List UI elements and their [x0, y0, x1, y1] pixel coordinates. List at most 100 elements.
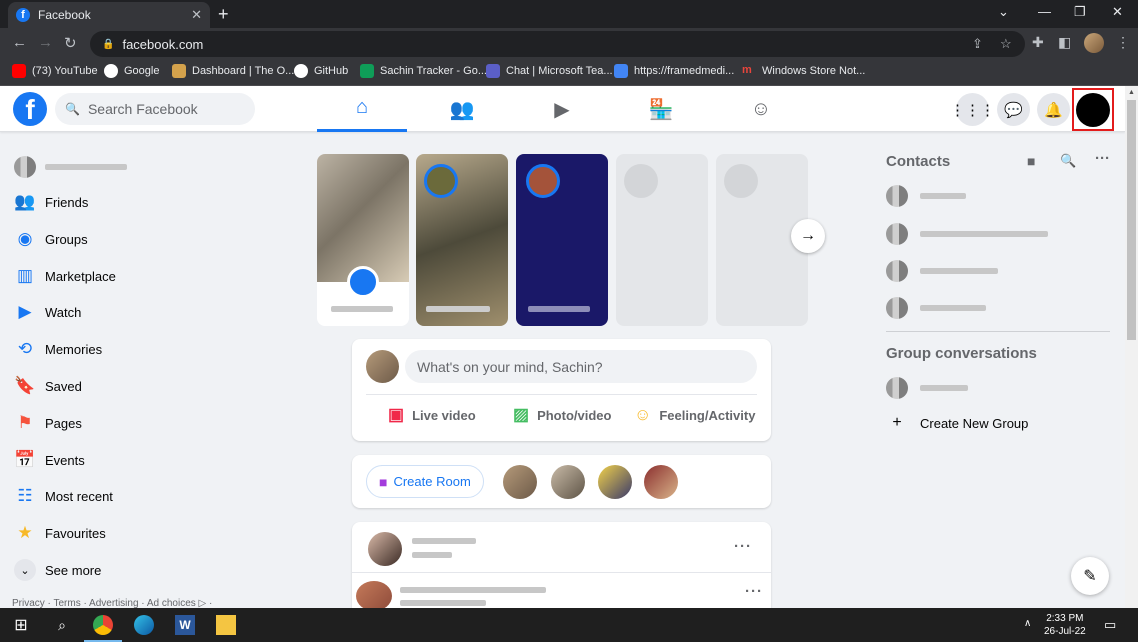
chrome-icon[interactable]	[93, 615, 113, 635]
bookmark-windows-store[interactable]: m Windows Store Not...	[742, 64, 865, 78]
scroll-up-icon[interactable]: ▲	[1128, 89, 1135, 96]
share-icon[interactable]: ⇪	[972, 36, 983, 52]
search-icon[interactable]: ⌕	[52, 615, 72, 635]
new-tab-button[interactable]: +	[218, 4, 229, 25]
edge-icon[interactable]	[134, 615, 154, 635]
tab-groups[interactable]: ☺	[716, 86, 806, 132]
sidebar-item-events[interactable]: 📅 Events	[14, 445, 84, 475]
contacts-options-icon[interactable]: ···	[1095, 150, 1110, 167]
search-input[interactable]	[87, 101, 238, 117]
sidebar-item-pages[interactable]: ⚑ Pages	[14, 408, 82, 438]
shared-post-avatar[interactable]	[356, 581, 392, 611]
search-contacts-icon[interactable]: 🔍	[1060, 153, 1076, 169]
sidebar-item-see-more[interactable]: ⌄ See more	[14, 555, 101, 585]
search-box[interactable]: 🔍	[55, 93, 255, 125]
chrome-profile-avatar[interactable]	[1084, 33, 1104, 53]
scrollbar-thumb[interactable]	[1127, 100, 1136, 340]
extensions-icon[interactable]: ✚	[1032, 34, 1044, 51]
browser-tab-facebook[interactable]: f Facebook ✕	[8, 2, 210, 28]
tab-home[interactable]: ⌂	[317, 86, 407, 132]
new-room-icon[interactable]: ■	[1027, 153, 1035, 169]
events-icon: 📅	[14, 450, 36, 469]
shared-post-title-redacted[interactable]	[400, 587, 546, 593]
word-icon[interactable]: W	[175, 615, 195, 635]
sidebar-item-watch[interactable]: ▶ Watch	[14, 297, 81, 327]
new-message-button[interactable]: ✎	[1071, 557, 1109, 595]
dashboard-icon	[172, 64, 186, 78]
back-button[interactable]: ←	[12, 34, 27, 51]
forward-button[interactable]: →	[38, 34, 53, 51]
stories-next-button[interactable]: →	[791, 219, 825, 253]
post-author-avatar[interactable]	[368, 532, 402, 566]
facebook-logo[interactable]: f	[13, 92, 47, 126]
story-card[interactable]	[516, 154, 608, 326]
system-clock[interactable]: 2:33 PM 26-Jul-22	[1044, 612, 1086, 638]
create-room-button[interactable]: ■ Create Room	[366, 465, 484, 498]
reload-button[interactable]: ↻	[64, 34, 77, 52]
maximize-button[interactable]: ❐	[1074, 4, 1086, 20]
file-explorer-icon[interactable]	[216, 615, 236, 635]
github-icon	[294, 64, 308, 78]
teams-icon	[486, 64, 500, 78]
sidebar-item-most-recent[interactable]: ☷ Most recent	[14, 481, 113, 511]
messenger-icon: 💬	[1004, 101, 1023, 119]
story-card[interactable]	[416, 154, 508, 326]
bookmark-youtube[interactable]: (73) YouTube	[12, 64, 98, 78]
bookmark-github[interactable]: GitHub	[294, 64, 348, 78]
contact-item[interactable]	[886, 221, 1048, 247]
add-story-icon[interactable]	[347, 266, 379, 298]
minimize-button[interactable]: —	[1038, 4, 1051, 19]
room-contact-avatar[interactable]	[644, 465, 678, 499]
tab-friends[interactable]: 👥	[417, 86, 507, 132]
messenger-button[interactable]: 💬	[997, 93, 1030, 126]
shared-post-options-icon[interactable]: ···	[745, 583, 763, 600]
bookmark-sachin-tracker[interactable]: Sachin Tracker - Go...	[360, 64, 487, 78]
group-conversation-item[interactable]	[886, 375, 968, 401]
story-card-create[interactable]	[317, 154, 409, 326]
sidebar-item-friends[interactable]: 👥 Friends	[14, 187, 88, 217]
bookmark-dashboard[interactable]: Dashboard | The O...	[172, 64, 294, 78]
user-avatar[interactable]	[366, 350, 399, 383]
room-contact-avatar[interactable]	[551, 465, 585, 499]
menu-button[interactable]: ⋮⋮⋮	[950, 93, 995, 126]
post-options-icon[interactable]: ···	[734, 538, 752, 555]
windows-start-icon[interactable]: ⊞	[11, 615, 31, 635]
contact-item[interactable]	[886, 258, 998, 284]
create-new-group-button[interactable]: + Create New Group	[886, 414, 1028, 432]
bookmark-framedmedia[interactable]: https://framedmedi...	[614, 64, 734, 78]
composer-input[interactable]: What's on your mind, Sachin?	[405, 350, 757, 383]
close-tab-icon[interactable]: ✕	[191, 7, 202, 23]
notification-center-icon[interactable]: ▭	[1104, 617, 1116, 633]
room-contact-avatar[interactable]	[503, 465, 537, 499]
sidebar-item-saved[interactable]: 🔖 Saved	[14, 371, 81, 401]
facebook-header: f 🔍 ⌂ 👥 ▶ 🏪 ☺ ⋮⋮⋮ 💬 🔔	[0, 86, 1125, 132]
chrome-menu-icon[interactable]: ⋮	[1116, 34, 1130, 51]
profile-link[interactable]	[14, 156, 127, 178]
bookmark-star-icon[interactable]: ☆	[1000, 36, 1012, 52]
contact-item[interactable]	[886, 183, 966, 209]
photo-icon: ▨	[513, 405, 530, 424]
bookmark-google[interactable]: Google	[104, 64, 159, 78]
sidebar-item-groups[interactable]: ◉ Groups	[14, 224, 88, 254]
photo-video-button[interactable]: ▨ Photo/video	[513, 405, 611, 425]
address-bar[interactable]: 🔒 facebook.com	[90, 31, 1025, 57]
tab-watch[interactable]: ▶	[517, 86, 607, 132]
tray-chevron-icon[interactable]: ∧	[1024, 618, 1031, 629]
live-video-button[interactable]: ▣ Live video	[388, 405, 476, 425]
account-button[interactable]	[1072, 88, 1114, 131]
sidebar-item-marketplace[interactable]: ▥ Marketplace	[14, 261, 116, 291]
tab-search-icon[interactable]: ⌄	[998, 4, 1009, 20]
contact-item[interactable]	[886, 295, 986, 321]
post-author-name-redacted[interactable]	[412, 538, 476, 544]
side-panel-icon[interactable]: ◧	[1058, 34, 1071, 51]
page-scrollbar[interactable]: ▲	[1125, 86, 1138, 608]
notifications-button[interactable]: 🔔	[1037, 93, 1070, 126]
close-window-button[interactable]: ✕	[1112, 4, 1123, 20]
room-contact-avatar[interactable]	[598, 465, 632, 499]
bookmark-teams[interactable]: Chat | Microsoft Tea...	[486, 64, 613, 78]
most-recent-icon: ☷	[17, 486, 33, 505]
tab-marketplace[interactable]: 🏪	[616, 86, 706, 132]
sidebar-item-favourites[interactable]: ★ Favourites	[14, 518, 105, 548]
feeling-activity-button[interactable]: ☺ Feeling/Activity	[634, 405, 755, 425]
sidebar-item-memories[interactable]: ⟲ Memories	[14, 334, 102, 364]
